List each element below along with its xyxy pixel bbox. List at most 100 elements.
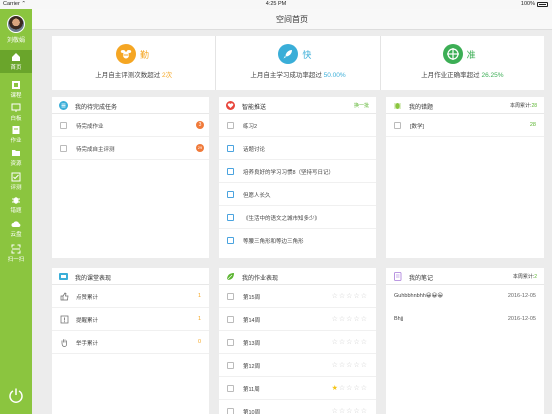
nav-label: 评测 (10, 185, 22, 191)
alert-icon (60, 315, 69, 324)
star-icon: ☆ (353, 408, 361, 414)
note-date: 2016-12-05 (507, 293, 536, 299)
weekly-total-label: 本周累计: (512, 274, 535, 280)
task-row[interactable]: 待完成作业 3 (52, 114, 209, 137)
stat-diligence: 勤 上月自主评测次数超过 2次 (52, 36, 217, 90)
week-label: 第13周 (243, 341, 261, 347)
document-icon (60, 145, 67, 152)
classroom-icon (59, 273, 68, 280)
star-icon: ☆ (360, 293, 368, 300)
weekly-total-label: 本周累计: (510, 103, 532, 109)
note-row[interactable]: Guhbbhnbhh😀😀😀 2016-12-05 (386, 285, 544, 308)
homework-row[interactable]: 第10周 ☆☆☆☆☆ (219, 400, 376, 414)
count-badge: 3 (196, 121, 204, 129)
home-icon (12, 53, 20, 61)
star-icon: ☆ (360, 339, 368, 346)
assessment-icon (11, 172, 21, 182)
week-label: 第15周 (243, 295, 261, 301)
recommend-row[interactable]: 话题讨论 (219, 137, 376, 160)
note-text: Bhjj (394, 316, 404, 322)
card-header: 我的笔记 本周累计:2 (386, 268, 544, 285)
week-label: 第12周 (243, 364, 261, 370)
recommend-row[interactable]: 培养良好的学习习惯8（坚持写日记） (219, 160, 376, 183)
note-row[interactable]: Bhjj 2016-12-05 (386, 308, 544, 331)
nav-item-resource[interactable]: 资源 (0, 146, 32, 169)
card-title: 我的作业表现 (242, 276, 279, 282)
recommend-row[interactable]: 等腰三角形和等边三角形 (219, 229, 376, 252)
star-rating: ☆☆☆☆☆ (332, 338, 368, 346)
bee-icon (116, 44, 136, 64)
homework-row[interactable]: 第15周 ☆☆☆☆☆ (219, 285, 376, 308)
stat-word: 快 (302, 50, 312, 60)
homework-row[interactable]: 第14周 ☆☆☆☆☆ (219, 308, 376, 331)
stat-caption-text: 上月作业正确率超过 (421, 72, 482, 79)
page-title: 空间首页 (276, 15, 308, 24)
sidebar: 刘敬娟 首页课程白板 作业 资源评测错题云盘扫一扫 (0, 9, 32, 414)
refresh-button[interactable]: 换一批 (354, 102, 369, 109)
recommend-row[interactable]: 但愿人长久 (219, 183, 376, 206)
video-icon (227, 237, 234, 244)
resource-icon (12, 150, 20, 156)
homework-row[interactable]: 第12周 ☆☆☆☆☆ (219, 354, 376, 377)
document-icon (394, 122, 401, 129)
homework-row[interactable]: 第13周 ☆☆☆☆☆ (219, 331, 376, 354)
card-header: 我的错题 本周累计:28 (386, 97, 544, 114)
classroom-count: 1 (197, 293, 201, 299)
rocket-icon (278, 44, 299, 64)
star-icon: ☆ (360, 316, 368, 323)
document-icon (227, 316, 234, 323)
homework-icon (12, 126, 20, 134)
nav-label: 课程 (10, 93, 22, 99)
nav-item-course[interactable]: 课程 (0, 78, 32, 101)
subject-label: [数学] (410, 124, 425, 130)
wrong-row[interactable]: [数学] 28 (386, 114, 544, 137)
classroom-row[interactable]: 提醒累计 1 (52, 308, 209, 331)
avatar[interactable] (7, 15, 25, 33)
bug-icon (394, 103, 401, 109)
homework-card: 我的作业表现 第15周 ☆☆☆☆☆ 第14周 ☆☆☆☆☆ 第13周 ☆☆☆☆☆ 第12周 ☆☆… (219, 268, 376, 414)
star-rating: ☆☆☆☆☆ (332, 292, 368, 300)
recommend-card: 智能推送 换一批 练习2 话题讨论 培养良好的学习习惯8（坚持写日记） 但愿人长… (219, 97, 376, 258)
star-icon: ☆ (331, 339, 339, 346)
wrong-count: 28 (529, 122, 536, 128)
card-header: 智能推送 换一批 (219, 97, 376, 114)
classroom-row[interactable]: 举手累计 0 (52, 331, 209, 354)
stat-caption: 上月作业正确率超过 26.25% (381, 69, 544, 79)
homework-row[interactable]: 第11周 ★☆☆☆☆ (219, 377, 376, 400)
star-icon: ☆ (331, 316, 339, 323)
classroom-count: 0 (197, 339, 201, 345)
power-icon[interactable] (8, 387, 24, 403)
nav-item-cloud-disk[interactable]: 云盘 (0, 217, 32, 240)
username[interactable]: 刘敬娟 (0, 35, 32, 44)
star-rating: ☆☆☆☆☆ (332, 407, 368, 414)
tasks-card: 我的待完成任务 待完成作业 3 待完成自主评测 29 (52, 97, 209, 258)
recommend-row[interactable]: 《生活中的语文之城市知多少》 (219, 206, 376, 229)
nav-label: 白板 (10, 116, 22, 122)
list-icon (59, 101, 68, 110)
status-bar: Carrier ⌃ 4:25 PM 100% (0, 0, 552, 9)
nav-item-homework[interactable]: 作业 (0, 123, 32, 146)
star-icon: ☆ (353, 385, 361, 392)
week-label: 第10周 (243, 410, 261, 414)
nav-item-assessment[interactable]: 评测 (0, 170, 32, 193)
card-title: 智能推送 (242, 105, 267, 111)
nav-item-home[interactable]: 首页 (0, 50, 32, 73)
nav-item-wrong-questions[interactable]: 错题 (0, 193, 32, 216)
nav-item-whiteboard[interactable]: 白板 (0, 101, 32, 124)
classroom-row[interactable]: 点赞累计 1 (52, 285, 209, 308)
note-date: 2016-12-05 (507, 316, 536, 322)
nav-label: 云盘 (10, 232, 22, 238)
battery-indicator: 100% (521, 1, 548, 7)
stat-value: 2次 (162, 72, 173, 79)
card-header: 我的作业表现 (219, 268, 376, 285)
week-label: 第11周 (243, 387, 260, 393)
recommend-row[interactable]: 练习2 (219, 114, 376, 137)
card-title: 我的待完成任务 (75, 105, 118, 111)
classroom-card: 我的课堂表现 点赞累计 1 提醒累计 1 举手累计 0 (52, 268, 209, 414)
weekly-total: 本周累计:2 (513, 273, 537, 280)
course-icon (12, 81, 20, 89)
weekly-total-value: 2 (534, 274, 537, 280)
task-row[interactable]: 待完成自主评测 29 (52, 137, 209, 160)
nav-item-scan[interactable]: 扫一扫 (0, 242, 32, 265)
nav-label: 扫一扫 (7, 257, 25, 263)
